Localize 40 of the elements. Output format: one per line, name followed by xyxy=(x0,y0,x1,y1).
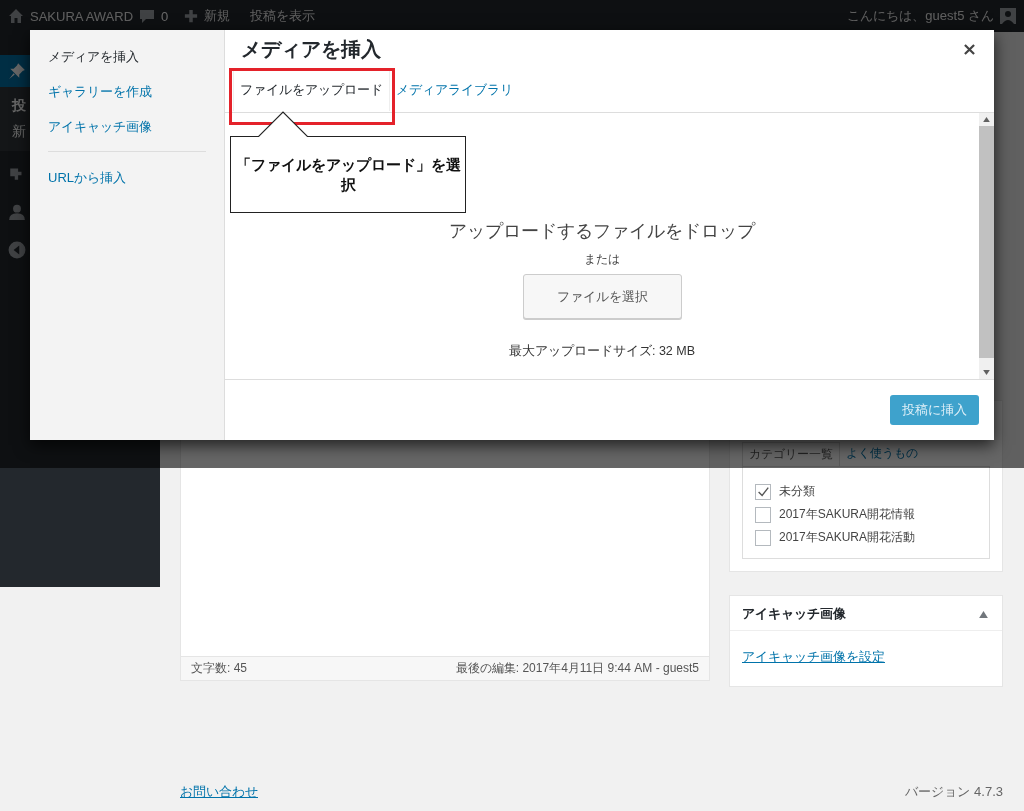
view-post-link[interactable]: 投稿を表示 xyxy=(250,7,316,25)
word-count: 文字数: 45 xyxy=(191,660,247,677)
select-files-button[interactable]: ファイルを選択 xyxy=(522,274,682,319)
callout-text: 「ファイルをアップロード」を選択 xyxy=(234,155,462,194)
category-label: 未分類 xyxy=(779,483,815,500)
or-text: または xyxy=(584,251,620,268)
contact-link[interactable]: お問い合わせ xyxy=(180,783,258,801)
collapse-triangle-icon[interactable] xyxy=(979,610,988,618)
checkbox[interactable] xyxy=(755,529,771,546)
set-featured-image-link[interactable]: アイキャッチ画像を設定 xyxy=(742,649,885,664)
category-label: 2017年SAKURA開花情報 xyxy=(779,506,916,523)
max-upload-size: 最大アップロードサイズ: 32 MB xyxy=(508,343,696,360)
checkbox[interactable] xyxy=(755,483,771,500)
comment-count[interactable]: 0 xyxy=(161,8,169,24)
scroll-up-arrow-icon[interactable] xyxy=(983,117,990,122)
last-edited: 最後の編集: 2017年4月11日 9:44 AM - guest5 xyxy=(455,660,699,677)
checkbox[interactable] xyxy=(755,506,771,523)
speech-bubble-icon[interactable] xyxy=(139,8,156,24)
box-title: アイキャッチ画像 xyxy=(742,605,846,623)
modal-menu-item[interactable]: URLから挿入 xyxy=(48,169,224,187)
site-name-link[interactable]: SAKURA AWARD xyxy=(30,8,134,24)
version-text: バージョン 4.7.3 xyxy=(905,783,1003,801)
category-label: 2017年SAKURA開花活動 xyxy=(779,529,916,546)
scrollbar[interactable] xyxy=(979,113,994,379)
greeting-link[interactable]: こんにちは、guest5 さん xyxy=(847,7,994,25)
modal-menu-item[interactable]: メディアを挿入 xyxy=(48,48,224,66)
plus-icon[interactable] xyxy=(184,9,199,23)
user-avatar-icon[interactable] xyxy=(1000,8,1016,24)
user-icon[interactable] xyxy=(8,203,26,221)
collapse-icon[interactable] xyxy=(8,241,26,259)
modal-menu-item[interactable]: ギャラリーを作成 xyxy=(48,83,224,101)
new-link[interactable]: 新規 xyxy=(204,7,231,25)
home-icon[interactable] xyxy=(8,8,24,24)
modal-title: メディアを挿入 xyxy=(241,36,381,62)
drop-instructions: アップロードするファイルをドロップ xyxy=(449,220,755,243)
close-icon[interactable] xyxy=(964,43,975,55)
pushpin-icon xyxy=(8,62,26,80)
modal-tab[interactable]: メディアライブラリ xyxy=(390,69,519,111)
modal-menu-item[interactable]: アイキャッチ画像 xyxy=(48,118,224,136)
scroll-down-arrow-icon[interactable] xyxy=(983,370,990,375)
